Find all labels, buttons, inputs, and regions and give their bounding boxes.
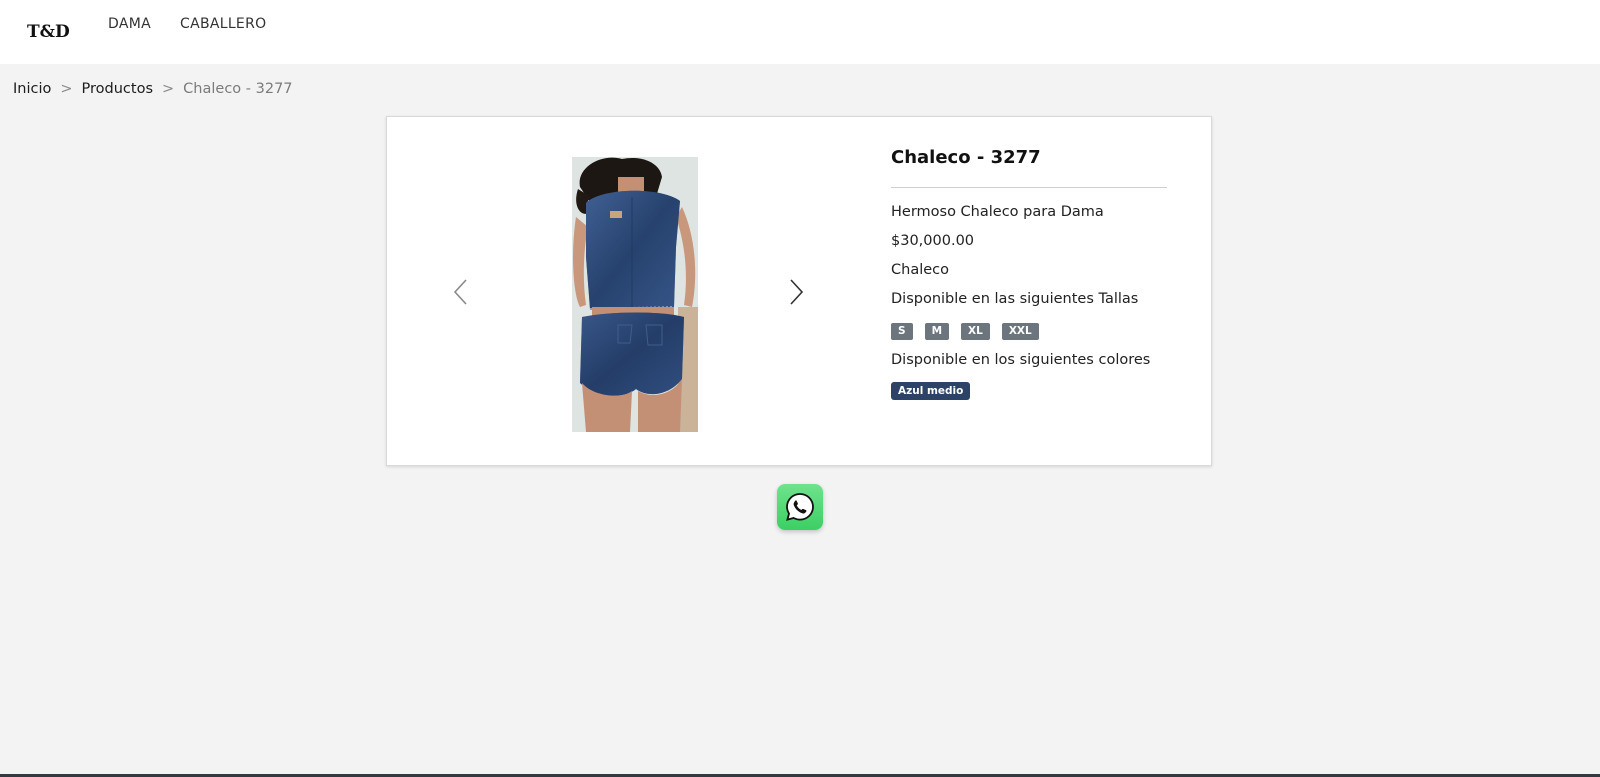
product-description: Hermoso Chaleco para Dama [891, 204, 1104, 220]
color-list: Azul medio [891, 382, 971, 400]
carousel-next-button[interactable] [784, 274, 808, 310]
size-badge-xxl: XXL [1001, 323, 1039, 340]
denim-vest-photo-icon [572, 157, 698, 432]
carousel-prev-button[interactable] [449, 274, 473, 310]
divider [891, 187, 1167, 188]
product-price: $30,000.00 [891, 233, 975, 249]
product-card: Chaleco - 3277 Hermoso Chaleco para Dama… [386, 116, 1212, 466]
product-title: Chaleco - 3277 [891, 147, 1041, 168]
nav-link-dama[interactable]: DAMA [108, 16, 151, 32]
breadcrumb-productos[interactable]: Productos [82, 81, 153, 97]
breadcrumb-current: Chaleco - 3277 [183, 81, 293, 97]
colors-label: Disponible en los siguientes colores [891, 352, 1151, 368]
top-navbar: T&D DAMA CABALLERO [0, 0, 1600, 64]
size-badge-m: M [924, 323, 950, 340]
breadcrumb-separator: > [60, 81, 73, 97]
breadcrumb-inicio[interactable]: Inicio [13, 81, 51, 97]
sizes-label: Disponible en las siguientes Tallas [891, 291, 1139, 307]
brand-logo[interactable]: T&D [27, 22, 70, 42]
nav-link-caballero[interactable]: CABALLERO [180, 16, 266, 32]
whatsapp-button[interactable] [777, 484, 823, 530]
breadcrumb: Inicio > Productos > Chaleco - 3277 [13, 81, 293, 97]
size-badge-xl: XL [961, 323, 990, 340]
chevron-right-icon [790, 279, 804, 305]
size-list: S M XL XXL [891, 323, 1039, 340]
product-category: Chaleco [891, 262, 949, 278]
whatsapp-icon [786, 493, 814, 521]
chevron-left-icon [453, 279, 467, 305]
color-badge-azul-medio: Azul medio [891, 382, 971, 400]
breadcrumb-separator: > [162, 81, 175, 97]
size-badge-s: S [891, 323, 913, 340]
product-image [572, 157, 698, 432]
